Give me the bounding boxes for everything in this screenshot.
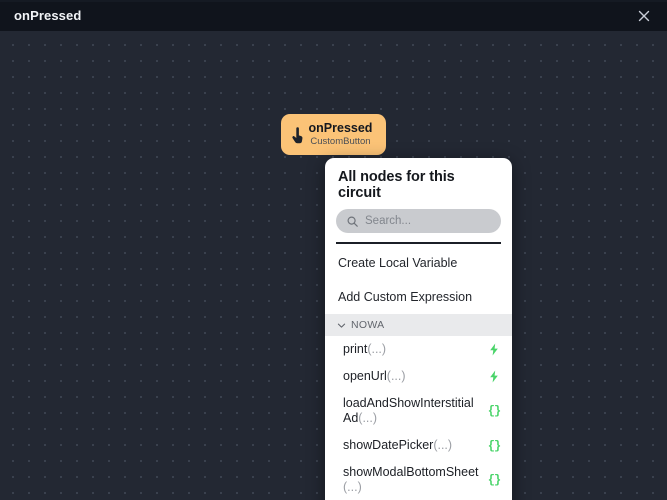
search-container: Search... [325, 205, 512, 242]
touch-gesture-icon [289, 124, 306, 146]
app-root: onPressed onPressed CustomButton All nod… [0, 0, 667, 500]
group-header-nowa[interactable]: NOWA [325, 314, 512, 336]
braces-icon: {} [487, 473, 501, 487]
list-item[interactable]: showDatePicker(...) {} [325, 432, 512, 459]
list-item[interactable]: showModalBottomSheet(...) {} [325, 459, 512, 500]
search-placeholder: Search... [365, 215, 412, 227]
list-item[interactable]: print(...) [325, 336, 512, 363]
list-item[interactable]: loadAndShowInterstitialAd(...) {} [325, 390, 512, 432]
node-subtitle: CustomButton [310, 136, 371, 147]
braces-icon: {} [487, 438, 501, 453]
function-label: loadAndShowInterstitialAd(...) [343, 396, 474, 425]
all-nodes-popup: All nodes for this circuit Search... Cre… [325, 158, 512, 500]
node-list[interactable]: Create Local Variable Add Custom Express… [325, 244, 512, 500]
graph-node-onpressed[interactable]: onPressed CustomButton [281, 114, 386, 155]
menu-item-add-custom-expression[interactable]: Add Custom Expression [325, 280, 512, 314]
node-text-block: onPressed CustomButton [306, 121, 377, 148]
lightning-icon [487, 370, 501, 384]
panel-title: All nodes for this circuit [338, 169, 455, 201]
close-icon[interactable] [631, 4, 657, 28]
search-input[interactable]: Search... [336, 209, 501, 233]
window-titlebar: onPressed [0, 0, 667, 31]
list-item[interactable]: openUrl(...) [325, 363, 512, 390]
group-label: NOWA [351, 319, 385, 331]
function-label: print(...) [343, 342, 387, 356]
search-icon [346, 215, 358, 227]
node-title: onPressed [308, 121, 373, 135]
menu-item-create-local-variable[interactable]: Create Local Variable [325, 246, 512, 280]
function-label: showDatePicker(...) [343, 438, 453, 452]
lightning-icon [487, 343, 501, 357]
window-title: onPressed [14, 8, 82, 23]
function-label: openUrl(...) [343, 369, 406, 383]
titlebar-top-edge [0, 0, 667, 2]
braces-icon: {} [487, 404, 501, 418]
function-label: showModalBottomSheet(...) [343, 465, 479, 494]
chevron-down-icon [336, 320, 346, 330]
